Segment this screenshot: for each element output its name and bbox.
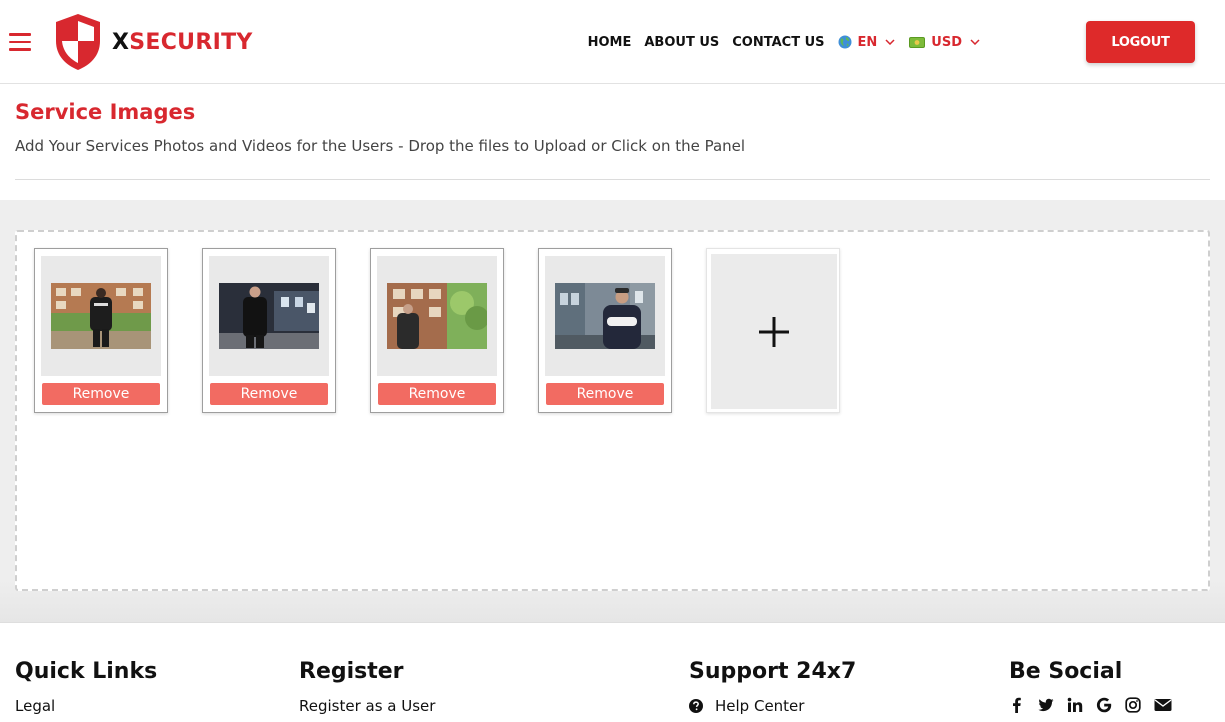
upload-preview-item: Remove [538,248,672,413]
language-select[interactable]: EN [838,35,896,50]
plus-icon [759,316,789,347]
main-nav: HOME ABOUT US CONTACT US EN USD [588,0,994,84]
linkedin-icon[interactable] [1067,697,1083,713]
service-image-4 [555,283,655,349]
footer-heading: Register [299,659,404,684]
footer: Quick Links Legal Register Register as a… [0,622,1225,722]
service-image-1 [51,283,151,349]
upload-preview-item: Remove [202,248,336,413]
shield-icon [56,14,100,70]
question-circle-icon [689,699,703,713]
divider [15,179,1210,180]
twitter-icon[interactable] [1038,697,1054,713]
add-file-tile[interactable] [706,248,840,413]
google-icon[interactable] [1096,697,1112,713]
remove-button[interactable]: Remove [210,383,328,405]
service-image-3 [387,283,487,349]
service-image-2 [219,283,319,349]
currency-select[interactable]: USD [909,35,980,50]
footer-link-register-user[interactable]: Register as a User [299,697,435,715]
footer-social: Be Social [1009,659,1185,713]
upload-preview-item: Remove [34,248,168,413]
nav-about-us[interactable]: ABOUT US [644,35,719,50]
social-icons [1009,697,1185,713]
instagram-icon[interactable] [1125,697,1141,713]
footer-heading: Support 24x7 [689,659,857,684]
top-navbar: XSECURITY HOME ABOUT US CONTACT US EN US… [0,0,1225,84]
footer-quick-links: Quick Links Legal [15,659,157,715]
email-icon[interactable] [1154,697,1172,713]
brand-logo[interactable]: XSECURITY [54,13,253,71]
facebook-icon[interactable] [1009,697,1025,713]
logout-button[interactable]: LOGOUT [1086,21,1195,63]
footer-register: Register Register as a User [299,659,435,715]
globe-icon [838,35,852,49]
chevron-down-icon [885,39,895,45]
remove-button[interactable]: Remove [378,383,496,405]
menu-icon[interactable] [9,33,31,51]
footer-link-help-center[interactable]: Help Center [689,697,856,715]
brand-name-x: X [112,29,130,55]
language-value: EN [857,34,878,50]
footer-heading: Be Social [1009,659,1123,684]
upload-preview-item: Remove [370,248,504,413]
footer-support: Support 24x7 Help Center [689,659,856,715]
nav-contact-us[interactable]: CONTACT US [732,35,824,50]
cash-icon [909,36,926,48]
page-title: Service Images [15,100,196,124]
brand-name-rest: SECURITY [129,29,253,55]
preview-frame [209,256,329,376]
nav-home[interactable]: HOME [588,35,632,50]
help-center-label: Help Center [715,697,805,715]
add-file-area [711,254,837,409]
currency-value: USD [931,34,962,50]
page-subtitle: Add Your Services Photos and Videos for … [15,137,746,155]
remove-button[interactable]: Remove [42,383,160,405]
remove-button[interactable]: Remove [546,383,664,405]
brand-name: XSECURITY [112,30,253,55]
preview-frame [41,256,161,376]
page-header: Service Images Add Your Services Photos … [15,100,1210,155]
footer-link-legal[interactable]: Legal [15,697,157,715]
chevron-down-icon [970,39,980,45]
preview-frame [377,256,497,376]
preview-frame [545,256,665,376]
footer-heading: Quick Links [15,659,158,684]
